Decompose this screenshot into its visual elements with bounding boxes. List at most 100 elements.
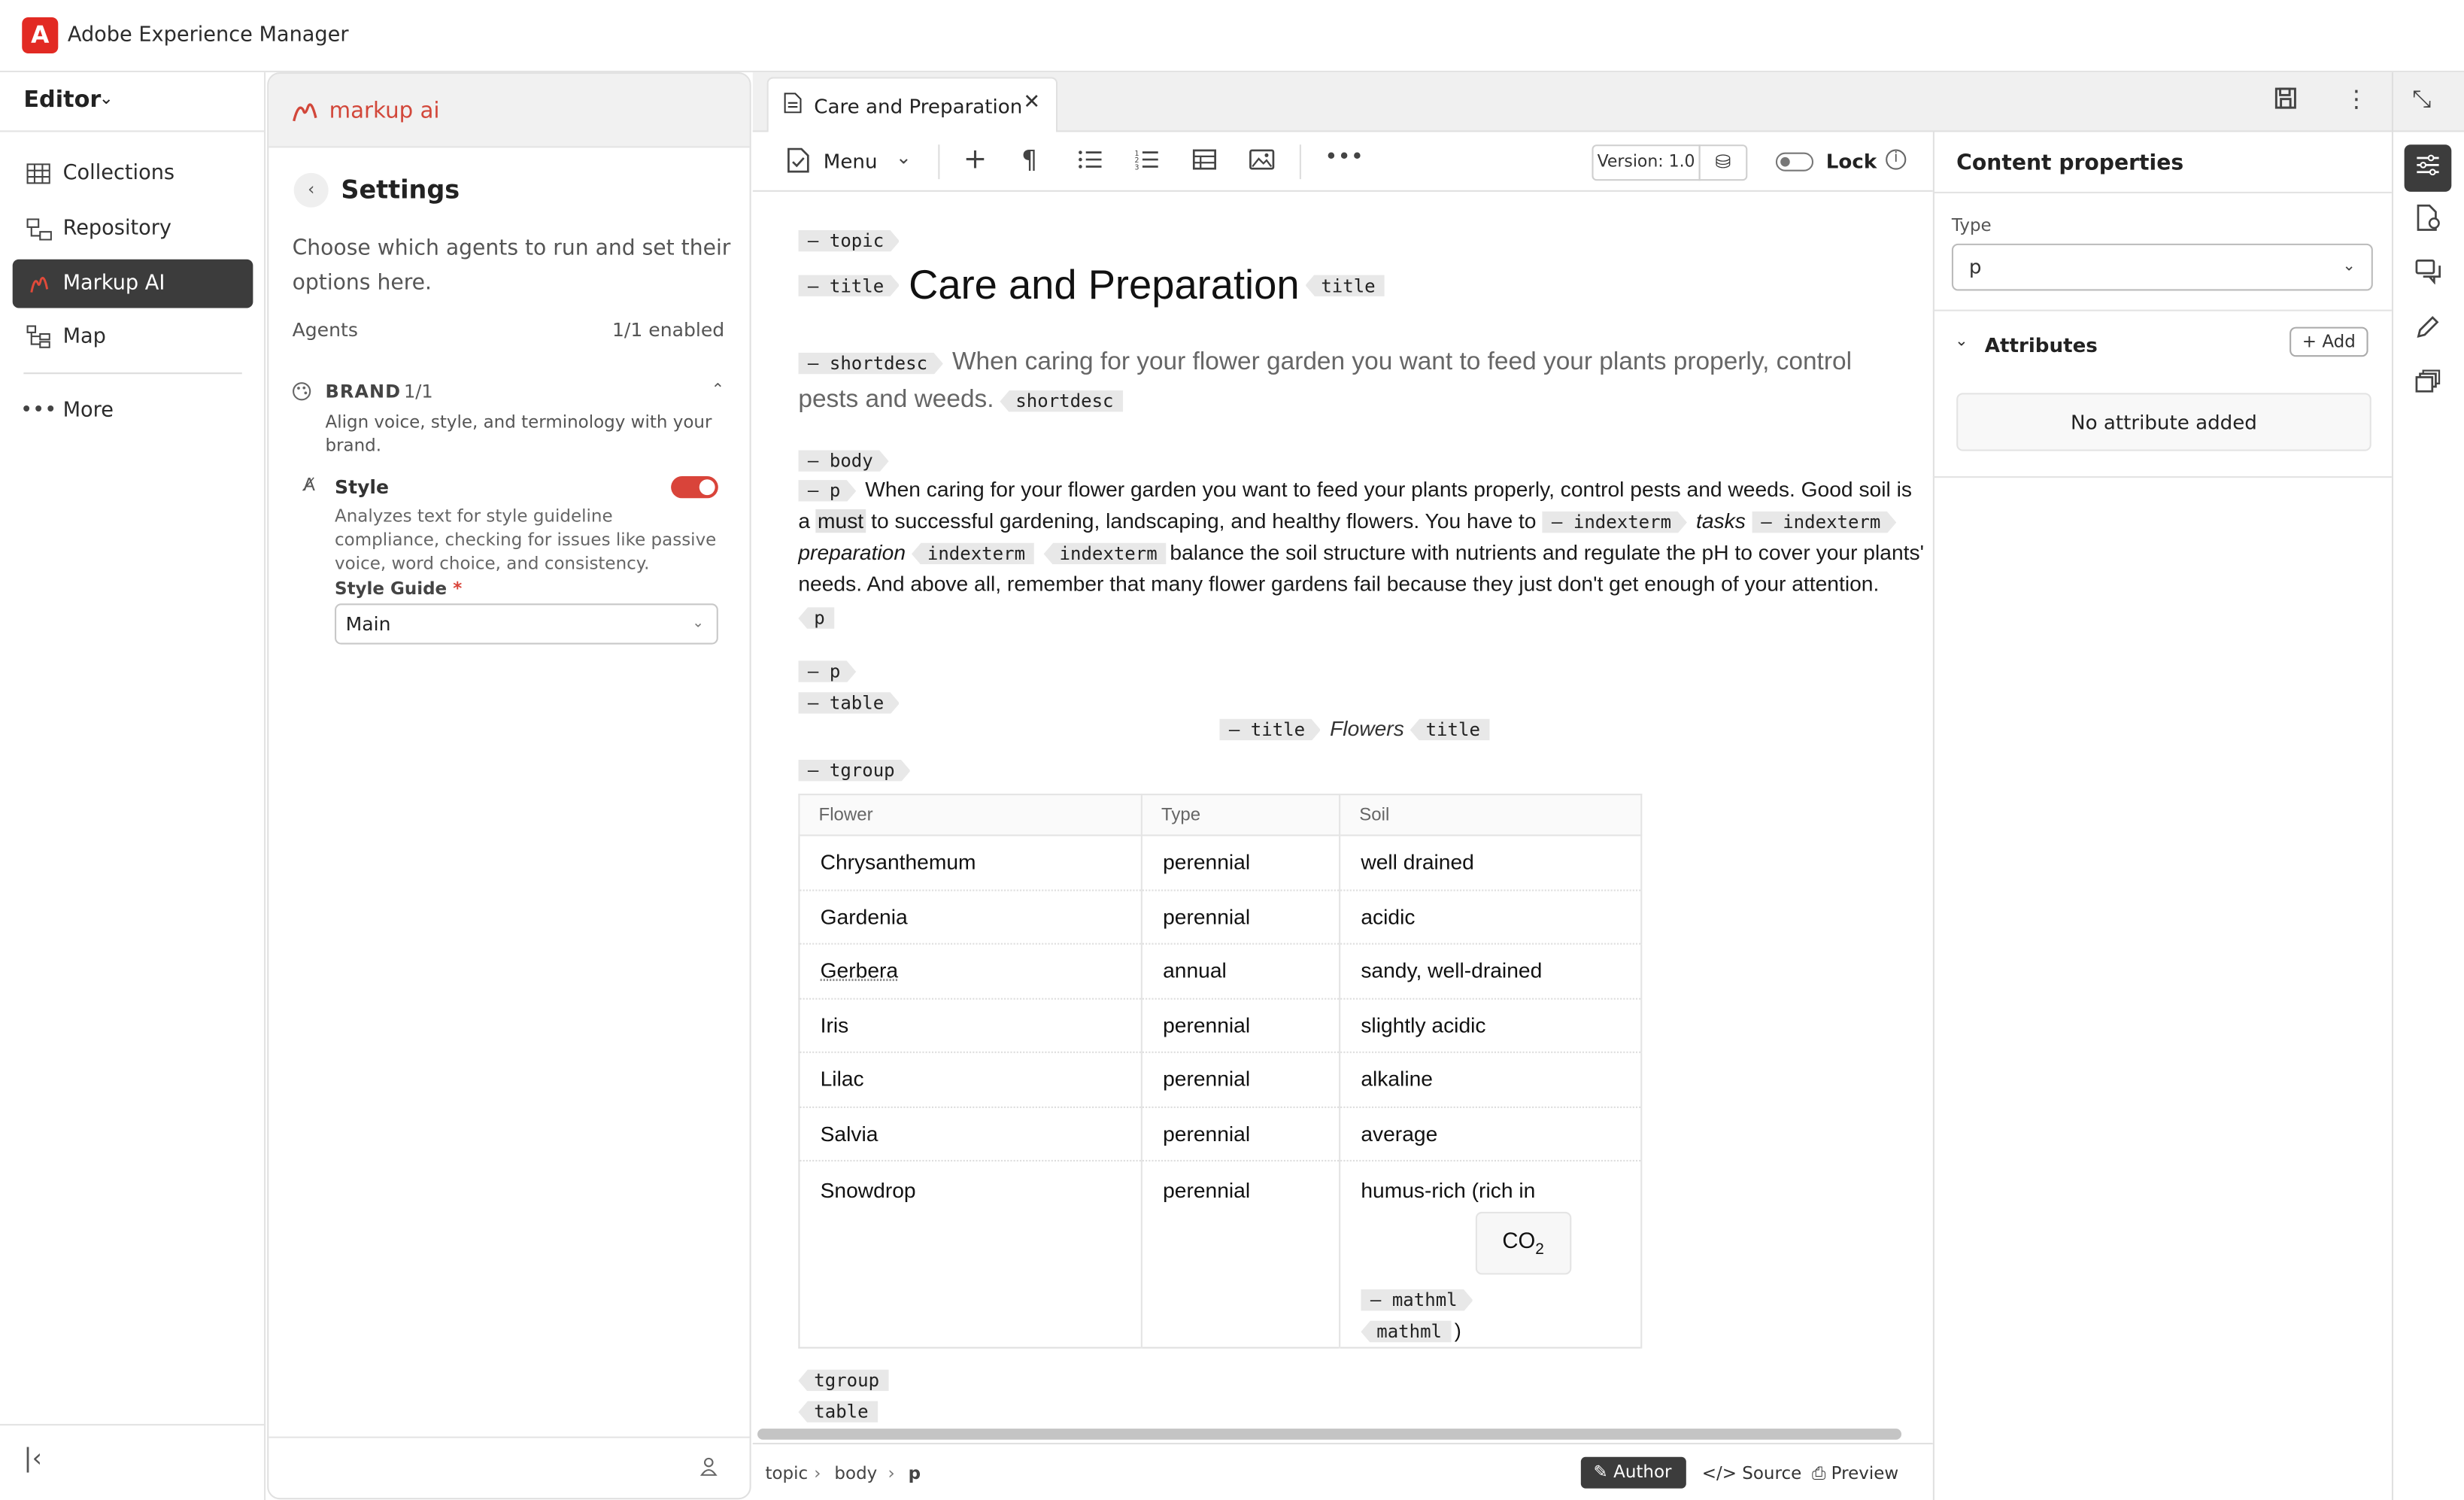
table-cell[interactable]: average [1340,1106,1643,1161]
chevron-up-icon[interactable]: ⌃ [712,382,725,399]
breadcrumb-body[interactable]: body [834,1463,877,1483]
paragraph-text[interactable]: to successful gardening, landscaping, an… [871,509,1536,533]
image-icon[interactable] [1249,149,1275,176]
title-open-tag[interactable]: — title [1219,719,1321,741]
p-close-tag[interactable]: p [798,607,835,630]
shortdesc-open-tag[interactable]: — shortdesc [798,353,943,375]
horizontal-scrollbar[interactable] [757,1429,1902,1440]
table-cell[interactable]: Gerbera [799,943,1142,999]
table-cell[interactable]: Lilac [799,1052,1142,1107]
table-cell[interactable]: perennial [1141,1106,1341,1161]
table-cell[interactable]: alkaline [1340,1052,1643,1107]
document-canvas[interactable]: — topic — title Care and Preparation tit… [754,193,1930,1423]
paragraph-icon[interactable]: ¶ [1021,144,1037,175]
table-cell[interactable]: well drained [1340,835,1643,891]
highlighted-word[interactable]: must [815,509,866,533]
table-cell[interactable]: sandy, well-drained [1340,943,1643,999]
table-cell[interactable]: perennial [1141,1052,1341,1107]
info-icon[interactable]: i [1886,149,1907,170]
table-cell[interactable]: perennial [1141,997,1341,1053]
sidebar-item-more[interactable]: ••• More [13,387,253,436]
tab-care-and-preparation[interactable]: Care and Preparation ✕ [766,77,1058,132]
column-header[interactable]: Flower [798,794,1142,837]
table-open-tag[interactable]: — table [798,692,900,714]
title-close-tag[interactable]: title [1305,274,1385,296]
table-cell[interactable]: Salvia [799,1106,1142,1161]
collapse-sidebar-icon[interactable]: |‹ [23,1443,42,1473]
back-button[interactable]: ‹ [293,172,329,208]
close-icon[interactable]: ✕ [1023,91,1040,114]
column-header[interactable]: Type [1140,794,1341,837]
body-open-tag[interactable]: — body [798,450,888,472]
comments-icon[interactable] [2405,253,2452,300]
shortdesc-close-tag[interactable]: shortdesc [1000,390,1124,413]
indexterm-open-tag[interactable]: — indexterm [1542,512,1687,533]
indexterm-text[interactable]: preparation [798,541,906,564]
p-open-tag[interactable]: — p [798,660,856,682]
bulleted-list-icon[interactable] [1078,149,1102,176]
mathml-open-tag[interactable]: — mathml [1361,1289,1473,1311]
p-open-tag[interactable]: — p [798,480,856,502]
menu-icon[interactable] [787,147,809,179]
column-header[interactable]: Soil [1339,794,1643,837]
table-cell[interactable]: Gardenia [799,889,1142,945]
expand-icon[interactable]: ⤡ [2412,85,2431,114]
sidebar-item-map[interactable]: Map [13,313,253,362]
editor-dropdown[interactable]: Editor [23,88,101,113]
version-label[interactable]: Version: 1.0 [1592,144,1701,181]
table-cell[interactable]: slightly acidic [1340,997,1643,1053]
type-select[interactable]: p ⌄ [1951,243,2373,291]
indexterm-open-tag[interactable]: — indexterm [1752,512,1897,533]
flagged-word[interactable]: Gerbera [821,959,898,982]
insert-element-icon[interactable]: + [963,143,988,176]
table-cell[interactable]: humus-rich (rich in CO2 — mathml mathml) [1340,1160,1643,1349]
paragraph-text[interactable]: balance the soil structure with nutrient… [1170,541,1924,564]
version-history-icon[interactable]: ⛁ [1698,144,1748,181]
title-open-tag[interactable]: — title [798,275,900,296]
user-icon[interactable] [699,1457,718,1480]
sidebar-item-markup-ai[interactable]: Markup AI [12,259,253,308]
add-attribute-button[interactable]: + Add [2290,326,2368,357]
file-properties-icon[interactable] [2405,199,2452,247]
table-insert-icon[interactable] [1192,149,1217,176]
more-horizontal-icon[interactable]: ••• [1325,144,1364,169]
table-cell[interactable]: Chrysanthemum [799,835,1142,891]
sidebar-item-collections[interactable]: Collections [13,149,253,198]
numbered-list-icon[interactable]: 123 [1134,149,1158,176]
mathml-close-tag[interactable]: mathml [1361,1320,1452,1344]
edit-icon[interactable] [2405,308,2452,356]
indexterm-close-tag[interactable]: indexterm [1043,542,1167,565]
chevron-down-icon[interactable]: ⌄ [99,88,114,108]
properties-icon[interactable] [2404,144,2452,192]
table-cell[interactable]: perennial [1141,889,1341,945]
tgroup-close-tag[interactable]: tgroup [798,1369,889,1392]
shortdesc-text[interactable]: When caring for your flower garden you w… [952,349,1852,376]
document-title[interactable]: Care and Preparation [909,261,1299,308]
author-mode-button[interactable]: ✎ Author [1580,1456,1686,1489]
breadcrumb-topic[interactable]: topic [765,1463,808,1483]
mathml-formula[interactable]: CO2 [1475,1211,1571,1274]
table-cell[interactable]: Snowdrop [799,1160,1142,1349]
style-guide-select[interactable]: Main ⌄ [335,603,718,645]
style-toggle[interactable] [671,476,718,499]
paragraph-text[interactable]: When caring for your flower garden you w… [865,478,1912,501]
table-cell[interactable]: perennial [1141,835,1341,891]
topic-open-tag[interactable]: — topic [798,230,900,252]
breadcrumb-p[interactable]: p [909,1463,921,1483]
versions-icon[interactable] [2405,362,2452,409]
sidebar-item-repository[interactable]: Repository [13,205,253,254]
tgroup-open-tag[interactable]: — tgroup [798,760,910,782]
preview-mode-button[interactable]: ⎙ Preview [1812,1463,1898,1485]
chevron-down-icon[interactable]: ⌄ [1955,333,1968,351]
attributes-label[interactable]: Attributes [1985,333,2098,357]
table-cell[interactable]: perennial [1141,1160,1341,1349]
more-vertical-icon[interactable]: ⋮ [2344,85,2368,114]
table-title[interactable]: Flowers [1330,717,1404,740]
paragraph-text[interactable]: needs. And above all, remember that many… [798,572,1879,596]
lock-toggle[interactable] [1775,152,1814,172]
save-icon[interactable] [2274,87,2297,117]
paragraph-text[interactable]: a [798,509,810,533]
indexterm-text[interactable]: tasks [1696,509,1746,533]
table-cell[interactable]: annual [1141,943,1341,999]
indexterm-close-tag[interactable]: indexterm [911,542,1035,565]
